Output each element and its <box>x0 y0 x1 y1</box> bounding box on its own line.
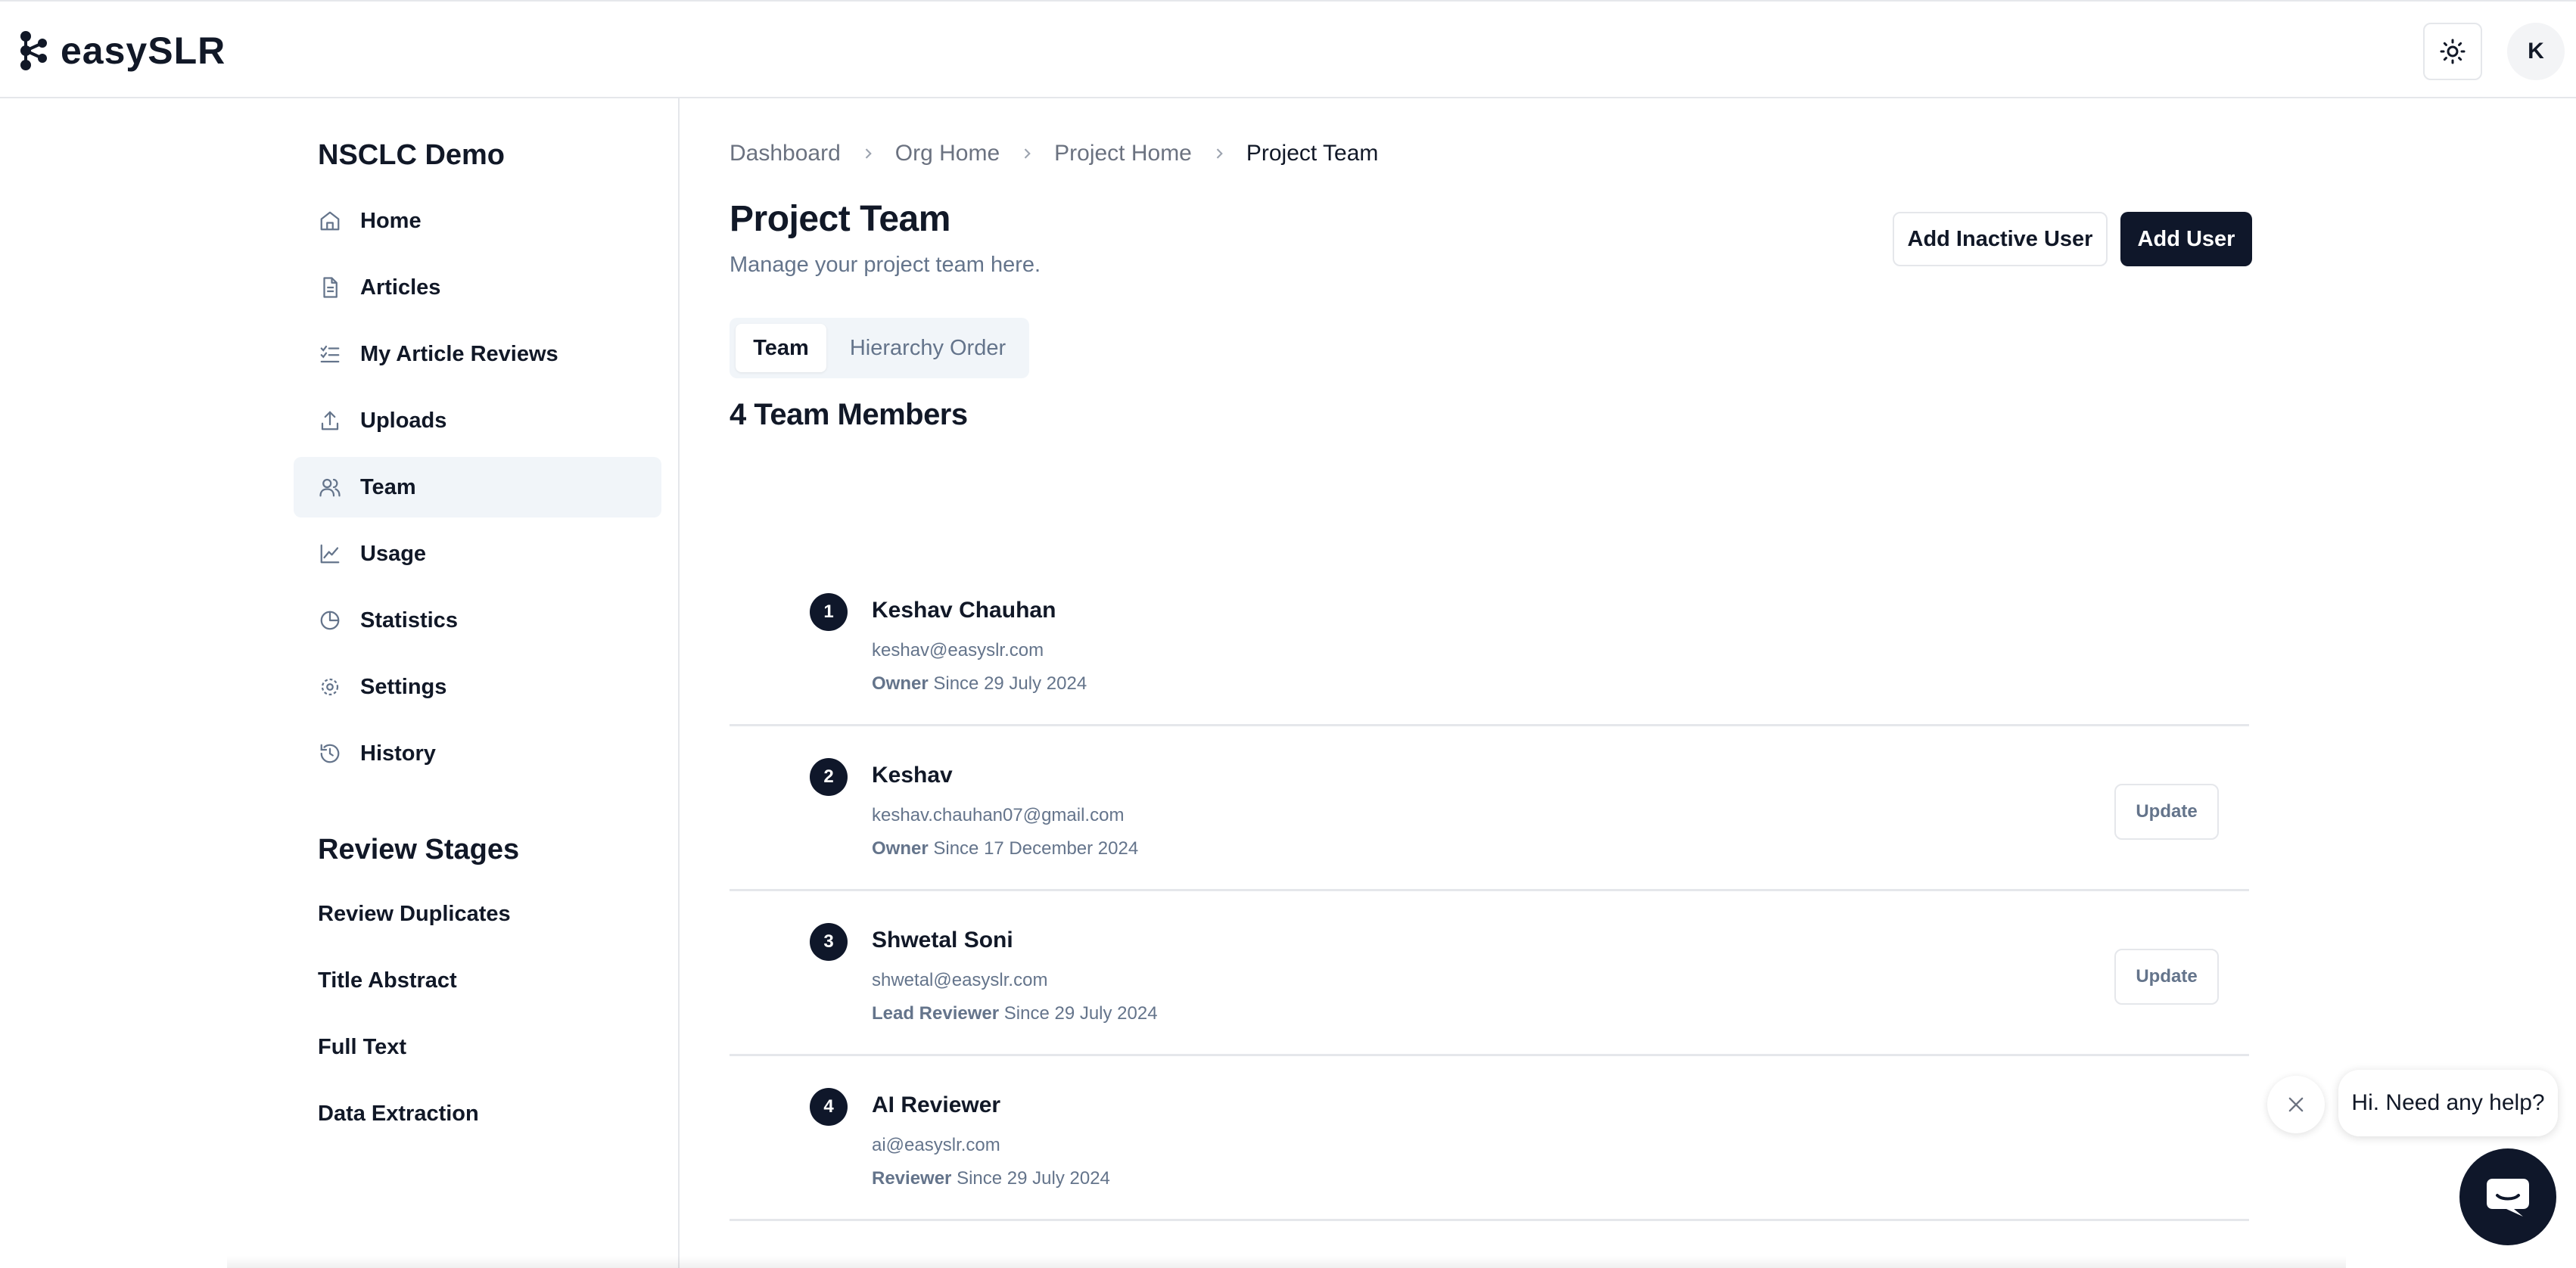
member-role: Reviewer <box>872 1168 952 1189</box>
page-bottom-shadow <box>227 1256 2346 1268</box>
chevron-right-icon <box>1216 148 1223 159</box>
member-number-badge: 3 <box>810 923 848 961</box>
sun-icon <box>2440 39 2466 64</box>
history-icon <box>318 741 342 766</box>
member-name: Shwetal Soni <box>872 928 1013 953</box>
breadcrumb-dashboard[interactable]: Dashboard <box>730 141 841 166</box>
sidebar-item-label: Statistics <box>360 608 458 632</box>
add-user-button[interactable]: Add User <box>2120 212 2252 266</box>
chart-line-icon <box>318 542 342 566</box>
chat-icon <box>2487 1179 2529 1217</box>
sidebar-item-articles[interactable]: Articles <box>294 257 661 318</box>
sidebar: NSCLC Demo Home Articles My Article Revi… <box>0 98 680 1268</box>
chevron-right-icon <box>865 148 872 159</box>
breadcrumb: Dashboard Org Home Project Home Project … <box>730 141 1378 166</box>
member-meta: Owner Since 17 December 2024 <box>872 838 1138 859</box>
chevron-right-icon <box>1024 148 1031 159</box>
checklist-icon <box>318 342 342 366</box>
member-meta: Lead Reviewer Since 29 July 2024 <box>872 1003 1158 1024</box>
sidebar-item-history[interactable]: History <box>294 723 661 784</box>
member-email: keshav.chauhan07@gmail.com <box>872 805 1125 825</box>
sidebar-item-uploads[interactable]: Uploads <box>294 390 661 451</box>
sidebar-item-label: My Article Reviews <box>360 341 558 366</box>
member-number-badge: 1 <box>810 593 848 631</box>
tab-team[interactable]: Team <box>736 324 826 372</box>
sidebar-item-settings[interactable]: Settings <box>294 657 661 717</box>
app-logo[interactable]: easySLR <box>18 29 226 73</box>
sidebar-item-label: History <box>360 741 436 766</box>
member-name: AI Reviewer <box>872 1092 1001 1117</box>
home-icon <box>318 209 342 233</box>
easyslr-logo-icon <box>20 31 47 70</box>
breadcrumb-org-home[interactable]: Org Home <box>895 141 1000 166</box>
user-avatar[interactable]: K <box>2507 23 2565 80</box>
page-title: Project Team <box>730 199 950 239</box>
sidebar-item-statistics[interactable]: Statistics <box>294 590 661 651</box>
sidebar-item-label: Settings <box>360 674 447 699</box>
upload-icon <box>318 409 342 433</box>
member-role: Owner <box>872 673 929 694</box>
team-member-row: 2 Keshav keshav.chauhan07@gmail.com Owne… <box>730 726 2249 891</box>
sidebar-item-label: Home <box>360 208 422 233</box>
breadcrumb-project-home[interactable]: Project Home <box>1054 141 1192 166</box>
member-number-badge: 4 <box>810 1088 848 1126</box>
stage-item-full-text[interactable]: Full Text <box>318 1035 406 1060</box>
page-subtitle: Manage your project team here. <box>730 253 1041 277</box>
member-email: keshav@easyslr.com <box>872 640 1044 660</box>
document-icon <box>318 275 342 300</box>
sidebar-item-home[interactable]: Home <box>294 191 661 251</box>
member-role: Lead Reviewer <box>872 1003 1000 1024</box>
sidebar-item-my-article-reviews[interactable]: My Article Reviews <box>294 324 661 384</box>
stage-item-data-extraction[interactable]: Data Extraction <box>318 1102 479 1127</box>
review-stages-title: Review Stages <box>318 834 520 866</box>
project-name: NSCLC Demo <box>318 139 506 171</box>
member-since: Since 29 July 2024 <box>1003 1003 1158 1024</box>
member-number-badge: 2 <box>810 758 848 796</box>
sidebar-item-label: Team <box>360 474 416 499</box>
sidebar-item-label: Articles <box>360 275 441 300</box>
add-inactive-user-button[interactable]: Add Inactive User <box>1893 212 2108 266</box>
close-icon <box>2288 1097 2304 1112</box>
member-since: Since 29 July 2024 <box>933 673 1087 694</box>
member-meta: Owner Since 29 July 2024 <box>872 673 1087 695</box>
member-since: Since 29 July 2024 <box>957 1168 1110 1189</box>
sidebar-item-team[interactable]: Team <box>294 457 661 517</box>
sidebar-item-label: Usage <box>360 541 427 566</box>
logo-text: easySLR <box>61 30 226 72</box>
member-meta: Reviewer Since 29 July 2024 <box>872 1168 1110 1189</box>
member-name: Keshav Chauhan <box>872 598 1056 623</box>
users-icon <box>318 475 342 499</box>
member-since: Since 17 December 2024 <box>933 838 1139 859</box>
chat-prompt-bubble[interactable]: Hi. Need any help? <box>2338 1070 2558 1136</box>
team-tabs: Team Hierarchy Order <box>730 318 1029 378</box>
team-member-row: 4 AI Reviewer ai@easyslr.com Reviewer Si… <box>730 1056 2249 1221</box>
update-member-button[interactable]: Update <box>2114 949 2219 1005</box>
chat-launcher-button[interactable] <box>2459 1148 2556 1245</box>
member-role: Owner <box>872 838 929 859</box>
breadcrumb-project-team: Project Team <box>1246 141 1379 166</box>
member-email: ai@easyslr.com <box>872 1135 1000 1155</box>
member-name: Keshav <box>872 763 953 788</box>
top-header: easySLR K <box>0 0 2576 98</box>
gear-icon <box>318 675 342 699</box>
sidebar-item-usage[interactable]: Usage <box>294 524 661 584</box>
update-member-button[interactable]: Update <box>2114 784 2219 840</box>
chat-dismiss-button[interactable] <box>2267 1076 2325 1133</box>
tab-hierarchy-order[interactable]: Hierarchy Order <box>832 324 1023 372</box>
pie-chart-icon <box>318 608 342 632</box>
members-count: 4 Team Members <box>730 398 968 431</box>
sidebar-item-label: Uploads <box>360 408 447 433</box>
stage-item-review-duplicates[interactable]: Review Duplicates <box>318 902 511 927</box>
theme-toggle-button[interactable] <box>2423 23 2482 80</box>
team-member-row: 1 Keshav Chauhan keshav@easyslr.com Owne… <box>730 561 2249 726</box>
team-member-row: 3 Shwetal Soni shwetal@easyslr.com Lead … <box>730 891 2249 1056</box>
member-email: shwetal@easyslr.com <box>872 970 1048 990</box>
stage-item-title-abstract[interactable]: Title Abstract <box>318 968 457 993</box>
